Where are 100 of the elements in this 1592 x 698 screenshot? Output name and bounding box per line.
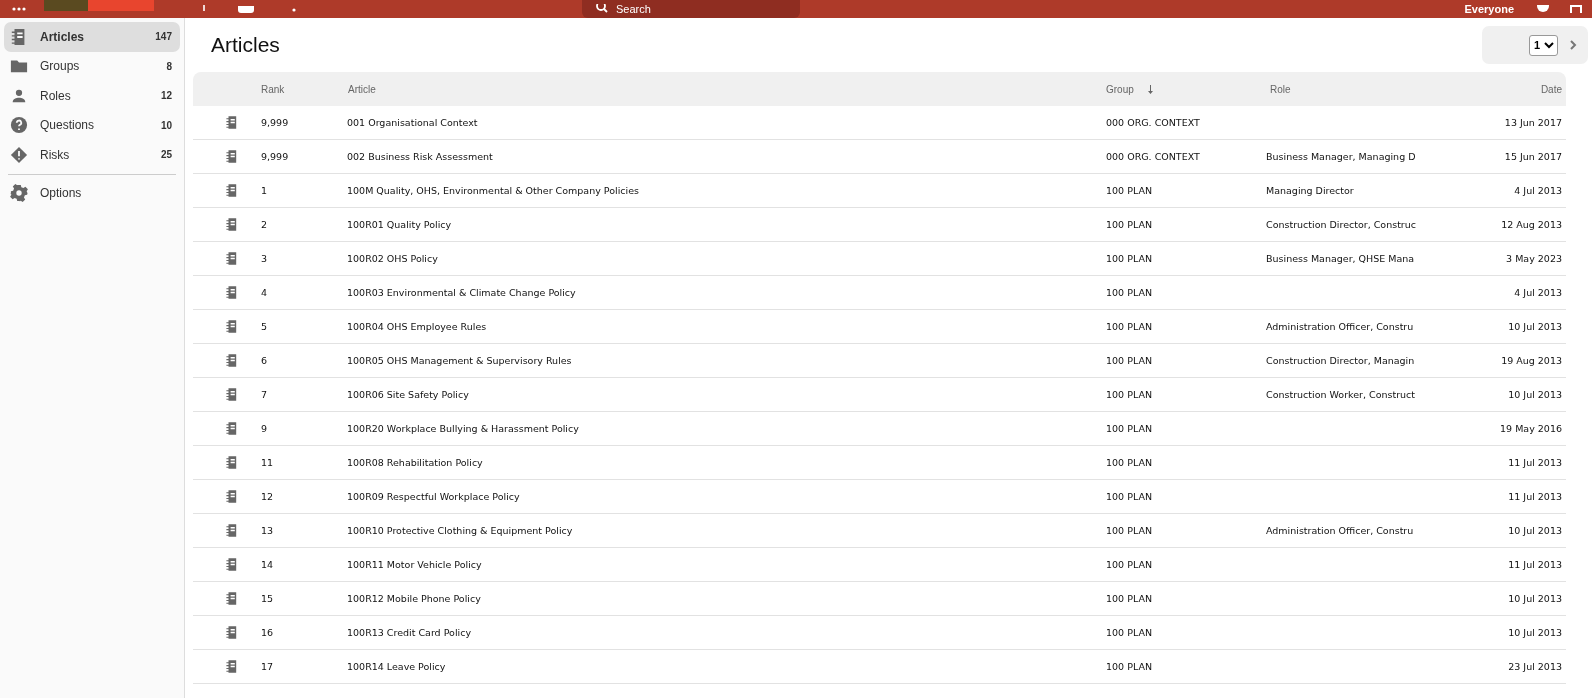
notebook-icon bbox=[225, 183, 239, 198]
sidebar-item[interactable]: Questions 10 bbox=[4, 110, 180, 140]
audience-label[interactable]: Everyone bbox=[1464, 3, 1514, 15]
notebook-icon bbox=[225, 115, 239, 130]
group-cell-text: 100 PLAN bbox=[1106, 423, 1153, 434]
article-cell-text: 100R12 Mobile Phone Policy bbox=[346, 593, 482, 604]
article-cell-text: 100R09 Respectful Workplace Policy bbox=[346, 491, 521, 502]
rank-cell-text: 9,999 bbox=[260, 117, 290, 128]
article-cell-text: 100M Quality, OHS, Environmental & Other Company Policies bbox=[346, 185, 640, 196]
article-cell-text: 002 Business Risk Assessment bbox=[346, 151, 494, 162]
notebook-icon bbox=[225, 421, 239, 436]
rank-cell-text: 17 bbox=[260, 661, 275, 672]
column-header[interactable]: Group bbox=[1106, 83, 1134, 95]
group-cell-text: 000 ORG. CONTEXT bbox=[1106, 117, 1201, 128]
group-cell-text: 100 PLAN bbox=[1106, 661, 1153, 672]
rank-cell-text: 7 bbox=[260, 389, 269, 400]
role-cell-text: Construction Director, Construc bbox=[1266, 219, 1417, 230]
date-cell-text: 15 Jun 2017 bbox=[1503, 151, 1563, 162]
rank-cell-text: 2 bbox=[260, 219, 269, 230]
rank-cell-text: 1 bbox=[260, 185, 269, 196]
group-cell-text: 100 PLAN bbox=[1106, 593, 1153, 604]
article-cell-text: 100R20 Workplace Bullying & Harassment Policy bbox=[346, 423, 580, 434]
role-cell-text: Managing Director bbox=[1266, 185, 1355, 196]
item-count: 8 bbox=[166, 60, 172, 72]
article-cell-text: 100R05 OHS Management & Supervisory Rules bbox=[346, 355, 573, 366]
item-count: 25 bbox=[160, 149, 172, 161]
notebook-icon bbox=[225, 353, 239, 368]
role-cell-text: Administration Officer, Constru bbox=[1266, 321, 1415, 332]
sidebar-item[interactable]: Articles 147 bbox=[4, 22, 180, 52]
article-cell-text: 100R02 OHS Policy bbox=[346, 253, 439, 264]
rank-cell-text: 12 bbox=[260, 491, 275, 502]
group-cell-text: 100 PLAN bbox=[1106, 287, 1153, 298]
article-cell-text: 100R10 Protective Clothing & Equipment Policy bbox=[346, 525, 574, 536]
article-cell-text: 100R03 Environmental & Climate Change Policy bbox=[346, 287, 577, 298]
group-cell-text: 100 PLAN bbox=[1106, 559, 1153, 570]
notebook-icon bbox=[225, 625, 239, 640]
date-cell-text: 19 May 2016 bbox=[1499, 423, 1563, 434]
article-cell-text: 100R11 Motor Vehicle Policy bbox=[346, 559, 483, 570]
date-cell-text: 23 Jul 2013 bbox=[1507, 661, 1563, 672]
menu-icon[interactable] bbox=[12, 7, 26, 11]
article-cell-text: 100R01 Quality Policy bbox=[346, 219, 453, 230]
rank-cell-text: 4 bbox=[260, 287, 269, 298]
group-cell-text: 100 PLAN bbox=[1106, 185, 1153, 196]
rank-cell-text: 9 bbox=[260, 423, 269, 434]
search-field[interactable]: Search bbox=[582, 0, 800, 18]
notebook-icon bbox=[225, 591, 239, 606]
date-cell-text: 3 May 2023 bbox=[1505, 253, 1563, 264]
date-cell-text: 4 Jul 2013 bbox=[1513, 287, 1563, 298]
group-cell-text: 100 PLAN bbox=[1106, 321, 1153, 332]
rank-cell-text: 6 bbox=[260, 355, 269, 366]
item-count: 12 bbox=[160, 90, 172, 102]
article-cell-text: 001 Organisational Context bbox=[346, 117, 479, 128]
date-cell-text: 10 Jul 2013 bbox=[1507, 525, 1563, 536]
notebook-icon bbox=[225, 387, 239, 402]
group-cell-text: 100 PLAN bbox=[1106, 491, 1153, 502]
sidebar-item[interactable]: Options bbox=[4, 178, 180, 208]
sidebar-item[interactable]: Risks 25 bbox=[4, 140, 180, 170]
date-cell-text: 10 Jul 2013 bbox=[1507, 627, 1563, 638]
group-cell-text: 100 PLAN bbox=[1106, 457, 1153, 468]
warning-icon bbox=[10, 145, 28, 164]
article-cell-text: 100R14 Leave Policy bbox=[346, 661, 447, 672]
rank-cell-text: 9,999 bbox=[260, 151, 290, 162]
page-select[interactable]: 1 bbox=[1529, 34, 1558, 56]
notebook-icon bbox=[225, 149, 239, 164]
role-cell-text: Business Manager, QHSE Mana bbox=[1266, 253, 1416, 264]
article-cell-text: 100R06 Site Safety Policy bbox=[346, 389, 470, 400]
rank-cell-text: 14 bbox=[260, 559, 275, 570]
sidebar-item[interactable]: Groups 8 bbox=[4, 51, 180, 81]
rank-cell-text: 13 bbox=[260, 525, 275, 536]
rank-cell-text: 11 bbox=[260, 457, 275, 468]
notebook-icon bbox=[225, 523, 239, 538]
column-header[interactable]: Role bbox=[1266, 83, 1418, 95]
notebook-icon bbox=[225, 557, 239, 572]
search-icon bbox=[596, 4, 608, 13]
item-count: 10 bbox=[160, 119, 172, 131]
date-cell-text: 10 Jul 2013 bbox=[1507, 389, 1563, 400]
role-cell-text: Administration Officer, Constru bbox=[1266, 525, 1415, 536]
group-cell-text: 100 PLAN bbox=[1106, 253, 1153, 264]
article-cell-text: 100R04 OHS Employee Rules bbox=[346, 321, 488, 332]
notebook-icon bbox=[225, 455, 239, 470]
date-cell-text: 11 Jul 2013 bbox=[1507, 559, 1563, 570]
date-cell-text: 11 Jul 2013 bbox=[1507, 457, 1563, 468]
date-cell-text: 4 Jul 2013 bbox=[1513, 185, 1563, 196]
column-header[interactable]: Article bbox=[344, 83, 1106, 95]
notebook-icon bbox=[225, 217, 239, 232]
article-cell-text: 100R13 Credit Card Policy bbox=[346, 627, 472, 638]
date-cell-text: 10 Jul 2013 bbox=[1507, 321, 1563, 332]
date-cell-text: 11 Jul 2013 bbox=[1507, 491, 1563, 502]
notebook-icon bbox=[225, 251, 239, 266]
help-icon bbox=[10, 116, 28, 135]
sidebar-item[interactable]: Roles 12 bbox=[4, 81, 180, 111]
date-cell-text: 10 Jul 2013 bbox=[1507, 593, 1563, 604]
group-cell-text: 100 PLAN bbox=[1106, 355, 1153, 366]
rank-cell-text: 15 bbox=[260, 593, 275, 604]
group-cell-text: 100 PLAN bbox=[1106, 525, 1153, 536]
role-cell-text: Construction Director, Managin bbox=[1266, 355, 1416, 366]
notebook-icon bbox=[225, 285, 239, 300]
column-header[interactable]: Date bbox=[1476, 83, 1566, 95]
column-header[interactable]: Rank bbox=[257, 83, 344, 95]
item-count: 147 bbox=[155, 31, 172, 43]
